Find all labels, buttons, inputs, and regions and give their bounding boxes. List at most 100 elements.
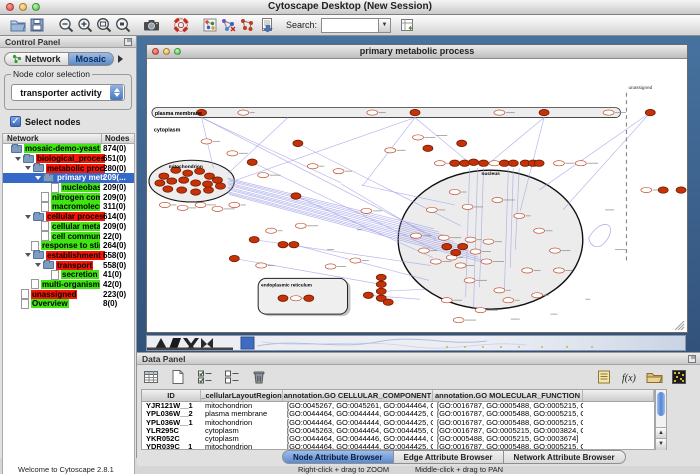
scroll-down-button[interactable]: ▼ bbox=[656, 438, 666, 450]
import-network-icon[interactable] bbox=[257, 16, 276, 35]
network-node[interactable] bbox=[229, 255, 239, 261]
disclosure-triangle-icon[interactable] bbox=[35, 263, 41, 267]
network-node[interactable] bbox=[159, 202, 170, 207]
disclosure-triangle-icon[interactable] bbox=[35, 176, 41, 180]
network-node[interactable] bbox=[411, 233, 422, 238]
network-node[interactable] bbox=[457, 140, 467, 146]
table-cell[interactable]: YPL036W__1 bbox=[142, 419, 201, 427]
tree-row[interactable]: transport558(0) bbox=[3, 260, 134, 270]
select-nodes-checkbox[interactable]: ✓ bbox=[10, 116, 21, 127]
network-node[interactable] bbox=[451, 249, 461, 255]
network-node[interactable] bbox=[494, 288, 505, 293]
network-node[interactable] bbox=[155, 180, 165, 186]
network-node[interactable] bbox=[293, 140, 303, 146]
network-node[interactable] bbox=[159, 173, 169, 179]
float-panel-icon[interactable] bbox=[688, 355, 696, 363]
table-cell[interactable]: [GO:0016787, GO:0005488, GO:0005215, G..… bbox=[433, 410, 583, 418]
network-node[interactable] bbox=[460, 160, 470, 166]
table-cell[interactable]: mitochondrion bbox=[201, 402, 283, 410]
network-node[interactable] bbox=[462, 204, 473, 209]
network-node[interactable] bbox=[266, 228, 277, 233]
tree-row[interactable]: cellular metabo209(0) bbox=[3, 222, 134, 232]
network-node[interactable] bbox=[603, 110, 614, 115]
network-node[interactable] bbox=[554, 161, 565, 166]
network-node[interactable] bbox=[325, 264, 336, 269]
open-folder-icon[interactable] bbox=[645, 368, 663, 386]
network-node[interactable] bbox=[550, 248, 561, 253]
network-node[interactable] bbox=[289, 241, 299, 247]
disclosure-triangle-icon[interactable] bbox=[25, 166, 31, 170]
network-node[interactable] bbox=[376, 274, 386, 280]
network-node[interactable] bbox=[554, 268, 565, 273]
table-cell[interactable]: YDR039C__1 bbox=[142, 443, 201, 450]
tree-row[interactable]: primary metabo209(... bbox=[3, 173, 134, 183]
select-attributes-icon[interactable] bbox=[196, 368, 214, 386]
network-node[interactable] bbox=[376, 288, 386, 294]
tree-row[interactable]: biological_process651(0) bbox=[3, 154, 134, 164]
network-node[interactable] bbox=[256, 263, 267, 268]
network-node[interactable] bbox=[304, 295, 314, 301]
column-header[interactable]: _cellularLayoutRegion bbox=[201, 390, 283, 401]
network-node[interactable] bbox=[499, 160, 509, 166]
table-cell[interactable]: [GO:0005488, GO:0005215, GO:0003674] bbox=[433, 435, 583, 443]
network-node[interactable] bbox=[179, 177, 189, 183]
table-cell[interactable]: YKR052C bbox=[142, 435, 201, 443]
network-node[interactable] bbox=[465, 237, 476, 242]
network-node[interactable] bbox=[508, 160, 518, 166]
zoom-selected-icon[interactable] bbox=[113, 16, 132, 35]
network-node[interactable] bbox=[434, 161, 445, 166]
network-node[interactable] bbox=[201, 139, 212, 144]
table-cell[interactable]: cytoplasm bbox=[201, 435, 283, 443]
table-cell[interactable]: [GO:0045263, GO:0044464, GO:0044455, G..… bbox=[283, 427, 433, 435]
network-new-icon[interactable] bbox=[238, 16, 257, 35]
network-node[interactable] bbox=[361, 208, 372, 213]
help-lifesaver-icon[interactable] bbox=[171, 16, 190, 35]
table-row[interactable]: YLR295Ccytoplasm[GO:0045263, GO:0044464,… bbox=[142, 427, 654, 435]
network-node[interactable] bbox=[177, 205, 188, 210]
table-cell[interactable]: mitochondrion bbox=[201, 419, 283, 427]
network-node[interactable] bbox=[195, 202, 206, 207]
network-node[interactable] bbox=[191, 180, 201, 186]
network-node[interactable] bbox=[247, 159, 257, 165]
table-row[interactable]: YPL036W__1mitochondrion[GO:0044464, GO:0… bbox=[142, 419, 654, 427]
tree-row[interactable]: mosaic-demo-yeast874(0) bbox=[3, 144, 134, 154]
table-cell[interactable]: [GO:0044464, GO:0044444, GO:0044425, G..… bbox=[283, 410, 433, 418]
network-node[interactable] bbox=[645, 109, 655, 115]
tab-overflow-arrow[interactable] bbox=[118, 55, 123, 63]
network-node[interactable] bbox=[203, 181, 213, 187]
resize-grip[interactable] bbox=[675, 321, 684, 330]
network-node[interactable] bbox=[410, 109, 420, 115]
table-cell[interactable]: [GO:0044464, GO:0044446, GO:0044444, G..… bbox=[283, 435, 433, 443]
network-node[interactable] bbox=[258, 173, 269, 178]
scrollbar-thumb[interactable] bbox=[657, 392, 665, 416]
zoom-out-icon[interactable] bbox=[56, 16, 75, 35]
network-canvas[interactable]: plasma membrane cytoplasm mitochondrion … bbox=[147, 58, 687, 332]
network-node[interactable] bbox=[413, 135, 424, 140]
save-button[interactable] bbox=[27, 16, 46, 35]
network-node[interactable] bbox=[363, 292, 373, 298]
network-node[interactable] bbox=[249, 236, 259, 242]
table-cell[interactable]: YJR121W__1 bbox=[142, 402, 201, 410]
network-node[interactable] bbox=[479, 160, 489, 166]
network-node[interactable] bbox=[449, 189, 460, 194]
region-plasma-membrane[interactable] bbox=[152, 108, 621, 118]
network-node[interactable] bbox=[183, 170, 193, 176]
tab-network[interactable]: Network bbox=[4, 52, 69, 66]
search-input[interactable] bbox=[321, 18, 378, 33]
tree-row[interactable]: Overview8(0) bbox=[3, 299, 134, 309]
table-scrollbar[interactable]: ▲ ▼ bbox=[655, 389, 667, 450]
network-node[interactable] bbox=[470, 249, 481, 254]
network-node[interactable] bbox=[238, 110, 249, 115]
table-row[interactable]: YKR052Ccytoplasm[GO:0044464, GO:0044446,… bbox=[142, 435, 654, 443]
network-node[interactable] bbox=[494, 110, 505, 115]
table-cell[interactable]: plasma membrane bbox=[201, 410, 283, 418]
table-cell[interactable]: mitochondrion bbox=[201, 443, 283, 450]
open-file-button[interactable] bbox=[8, 16, 27, 35]
network-node[interactable] bbox=[475, 308, 486, 313]
network-node[interactable] bbox=[212, 177, 222, 183]
tree-row[interactable]: multi-organism pro42(0) bbox=[3, 280, 134, 290]
search-dropdown-button[interactable]: ▼ bbox=[378, 18, 391, 33]
network-node[interactable] bbox=[385, 148, 396, 153]
column-header[interactable]: ID bbox=[142, 390, 201, 401]
background-window-strip[interactable] bbox=[146, 335, 686, 351]
